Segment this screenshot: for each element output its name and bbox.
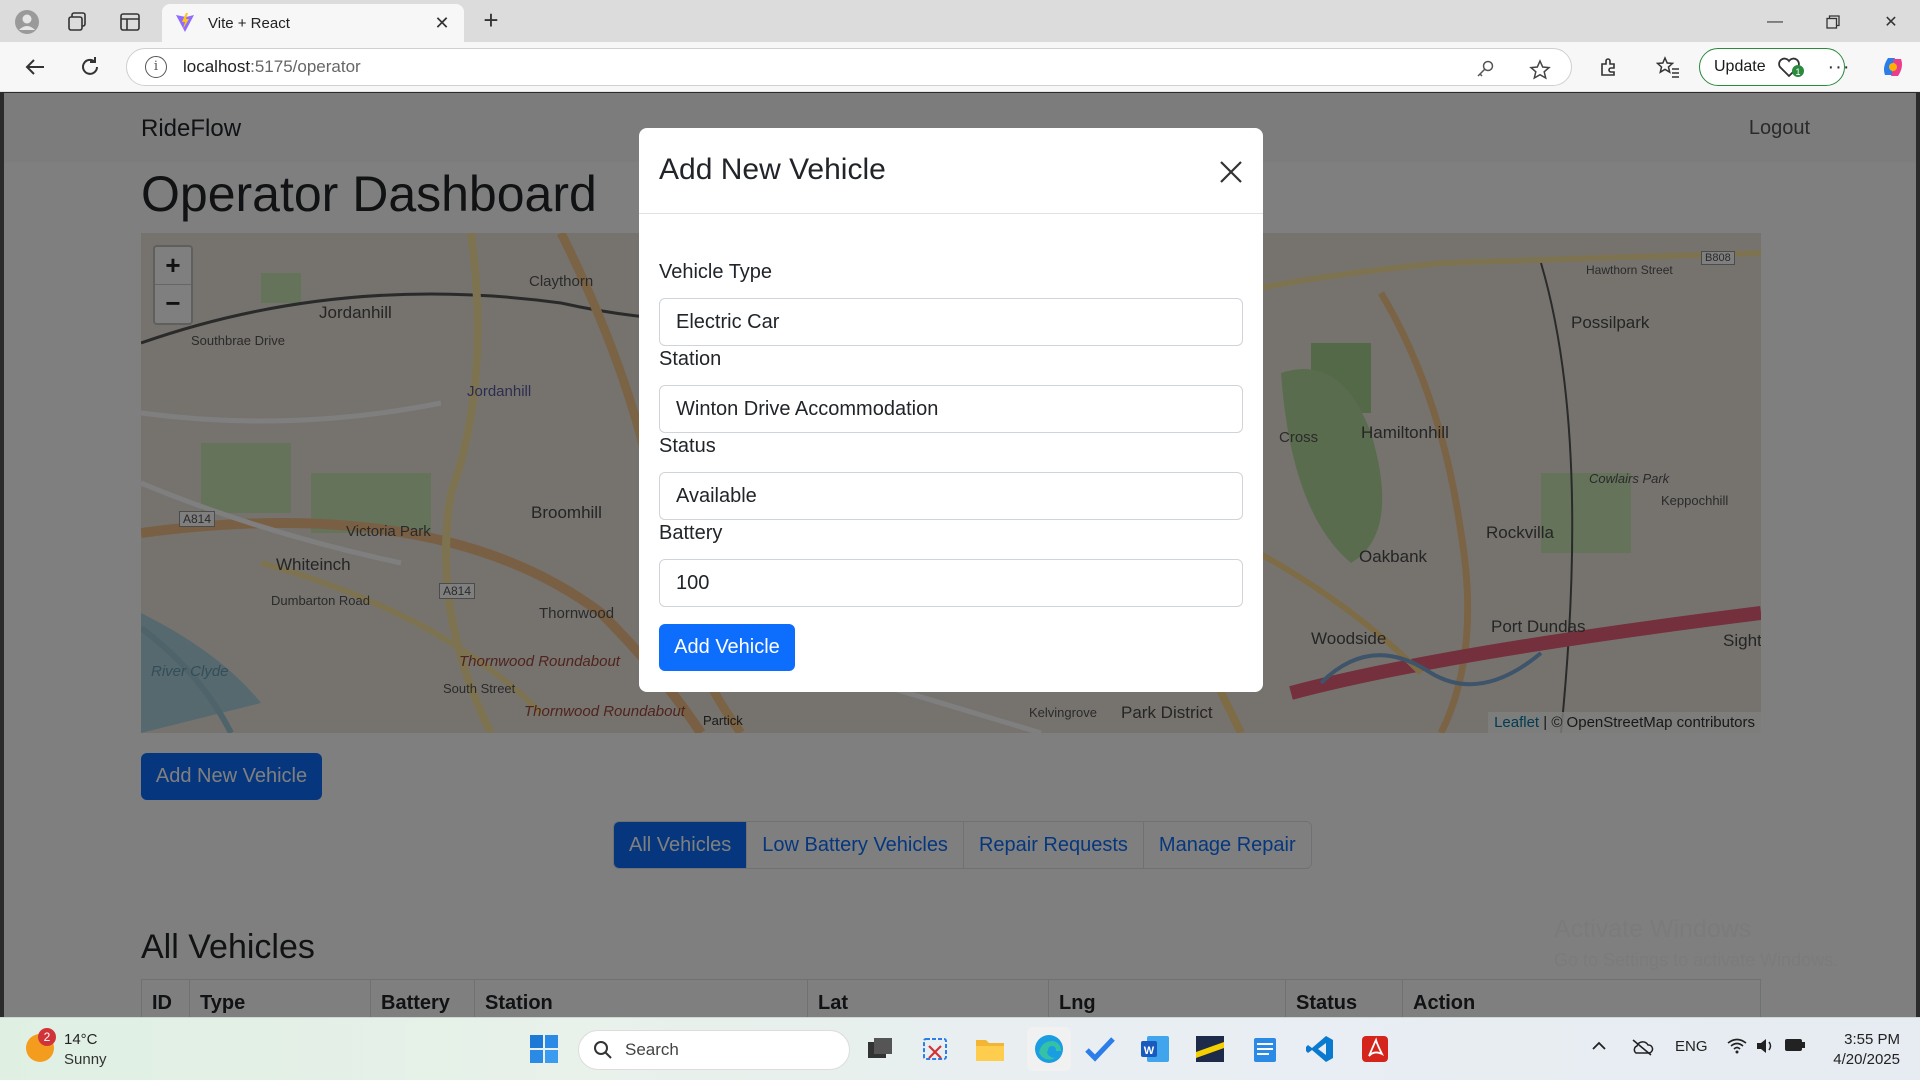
battery-label: Battery [659, 522, 723, 544]
weather-temperature[interactable]: 14°C [64, 1031, 98, 1048]
onedrive-cloud-icon[interactable] [1630, 1038, 1654, 1060]
address-bar-row: i localhost:5175/operator Update 1 ··· [0, 42, 1920, 92]
activate-windows-title: Activate Windows [1554, 915, 1752, 943]
vite-favicon-icon [176, 13, 194, 32]
vertical-tabs-icon[interactable] [116, 8, 144, 36]
word-icon[interactable]: W [1137, 1031, 1173, 1067]
clock-time: 3:55 PM [1844, 1031, 1900, 1048]
vehicle-type-label: Vehicle Type [659, 261, 773, 283]
refresh-button[interactable] [75, 52, 105, 82]
task-view-icon[interactable] [862, 1031, 898, 1067]
workspaces-icon[interactable] [63, 8, 91, 36]
url-text: localhost:5175/operator [183, 57, 361, 76]
snipping-tool-icon[interactable] [918, 1031, 954, 1067]
show-hidden-icons-icon[interactable] [1590, 1038, 1608, 1058]
edge-browser-icon[interactable] [1027, 1027, 1071, 1071]
minimize-button[interactable]: — [1752, 8, 1798, 36]
add-vehicle-submit-button[interactable]: Add Vehicle [659, 624, 795, 671]
svg-text:1: 1 [1795, 67, 1800, 77]
site-info-icon[interactable]: i [145, 56, 167, 78]
notepad-icon[interactable] [1247, 1031, 1283, 1067]
todo-icon[interactable] [1082, 1031, 1118, 1067]
more-options-icon[interactable]: ··· [1824, 52, 1854, 82]
close-icon[interactable] [1217, 158, 1245, 186]
favorites-icon[interactable] [1653, 52, 1683, 82]
weather-description[interactable]: Sunny [64, 1051, 107, 1068]
key-icon[interactable] [1475, 59, 1495, 84]
windows-taskbar: 2 14°C Sunny Search W ENG 3:55 PM 4/20/2… [0, 1017, 1920, 1080]
web-page: RideFlow Logout Operator Dashboard [4, 93, 1916, 1017]
station-field[interactable]: Winton Drive Accommodation [659, 385, 1243, 433]
clock-date: 4/20/2025 [1833, 1051, 1900, 1068]
vehicle-type-field[interactable]: Electric Car [659, 298, 1243, 346]
profile-icon[interactable] [13, 8, 41, 36]
svg-text:W: W [1144, 1045, 1155, 1057]
station-label: Station [659, 348, 722, 370]
update-heart-icon: 1 [1777, 56, 1804, 78]
wifi-icon[interactable] [1727, 1038, 1747, 1058]
extensions-icon[interactable] [1594, 52, 1624, 82]
search-icon [594, 1041, 612, 1059]
battery-icon[interactable] [1784, 1038, 1806, 1056]
url-field[interactable]: i localhost:5175/operator [126, 48, 1572, 86]
browser-tab-bar: Vite + React ✕ + — ✕ [0, 0, 1920, 42]
battery-field[interactable]: 100 [659, 559, 1243, 607]
activate-windows-subtitle: Go to Settings to activate Windows. [1554, 950, 1839, 970]
weather-badge: 2 [38, 1028, 56, 1046]
status-label: Status [659, 435, 716, 457]
volume-icon[interactable] [1755, 1038, 1775, 1058]
back-button[interactable] [20, 52, 50, 82]
tab-title: Vite + React [208, 14, 290, 32]
browser-tab-active[interactable]: Vite + React ✕ [162, 4, 464, 42]
close-window-button[interactable]: ✕ [1868, 8, 1914, 36]
copilot-icon[interactable] [1878, 52, 1908, 82]
update-label: Update [1714, 58, 1766, 75]
status-field[interactable]: Available [659, 472, 1243, 520]
language-indicator[interactable]: ENG [1675, 1038, 1708, 1055]
vscode-icon[interactable] [1302, 1031, 1338, 1067]
acrobat-icon[interactable] [1357, 1031, 1393, 1067]
file-explorer-icon[interactable] [972, 1031, 1008, 1067]
modal-header: Add New Vehicle [639, 128, 1263, 214]
system-clock[interactable]: 3:55 PM 4/20/2025 [1810, 1031, 1900, 1068]
favorite-star-icon[interactable] [1529, 59, 1551, 86]
tab-close-icon[interactable]: ✕ [432, 13, 452, 34]
restore-button[interactable] [1810, 8, 1856, 36]
start-windows-icon[interactable] [526, 1031, 562, 1067]
new-tab-button[interactable]: + [476, 6, 506, 36]
modal-title: Add New Vehicle [659, 153, 886, 186]
app-icon[interactable] [1192, 1031, 1228, 1067]
search-placeholder: Search [625, 1040, 679, 1059]
taskbar-search[interactable]: Search [578, 1030, 850, 1070]
add-vehicle-modal: Add New Vehicle Vehicle Type Electric Ca… [639, 128, 1263, 692]
